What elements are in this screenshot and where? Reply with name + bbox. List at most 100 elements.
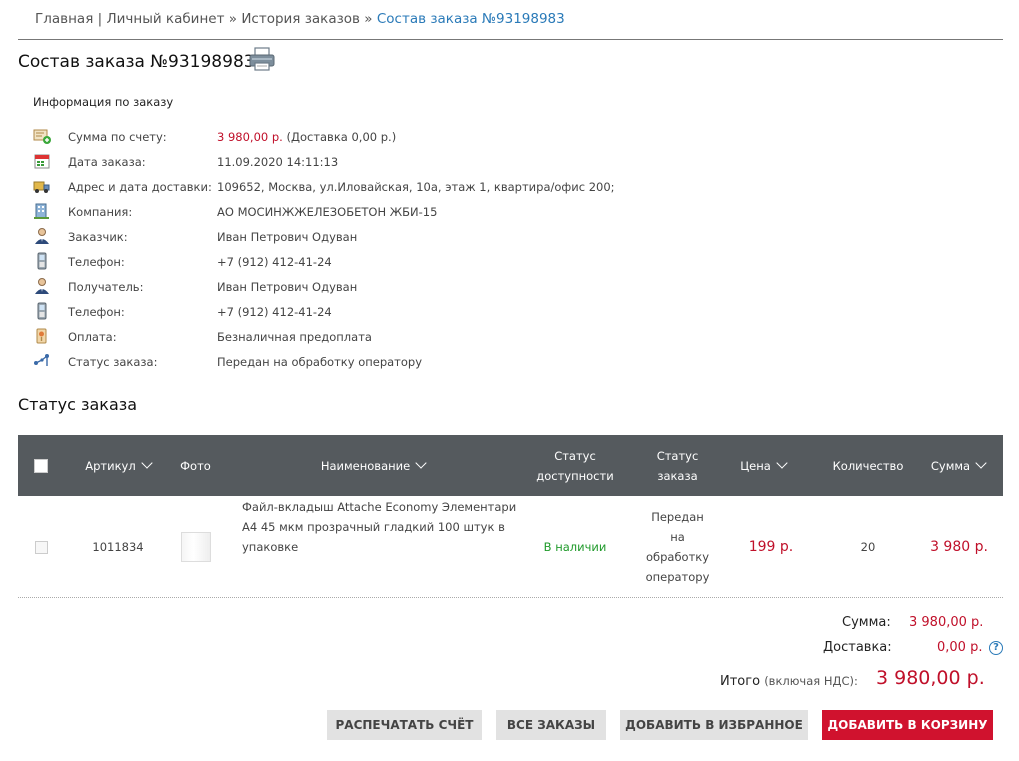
status-line: обработку <box>645 550 710 564</box>
info-value: Безналичная предоплата <box>217 330 372 344</box>
info-value: +7 (912) 412-41-24 <box>217 305 332 319</box>
delivery-label: Доставка: <box>823 640 892 655</box>
person-icon <box>33 227 51 245</box>
header-label: Фото <box>180 458 211 473</box>
table-row: 1011834 Файл-вкладыш Attache Economy Эле… <box>18 497 1003 597</box>
status-icon <box>33 352 51 370</box>
delivery-value: 0,00 р. <box>937 640 983 655</box>
header-label: Сумма <box>930 458 971 473</box>
help-icon[interactable]: ? <box>989 641 1003 655</box>
header-label: Артикул <box>85 458 136 473</box>
page-title: Состав заказа №93198983 <box>18 52 255 72</box>
phone-icon <box>33 302 51 320</box>
row-checkbox[interactable] <box>34 540 48 554</box>
add-to-cart-button[interactable]: Добавить в корзину <box>822 710 993 740</box>
info-label: Телефон: <box>68 255 125 269</box>
header-availability: Статус доступности <box>530 435 620 496</box>
section-title: Статус заказа <box>18 395 138 414</box>
select-all-checkbox[interactable] <box>34 458 48 473</box>
cell-product-name[interactable]: Файл-вкладыш Attache Economy Элементари … <box>242 497 522 597</box>
printer-icon[interactable] <box>248 46 276 72</box>
product-name-line: Файл-вкладыш Attache Economy Элементари <box>242 500 517 514</box>
info-label: Заказчик: <box>68 230 128 244</box>
cell-price: 199 р. <box>748 539 794 555</box>
header-label: доступности <box>536 468 614 483</box>
calendar-icon <box>33 152 51 170</box>
total-label-group: Итого (включая НДС): <box>720 674 858 689</box>
header-label: Наименование <box>320 458 411 473</box>
cell-quantity: 20 <box>860 540 876 554</box>
all-orders-button[interactable]: Все заказы <box>496 710 606 740</box>
header-price[interactable]: Цена <box>728 435 798 496</box>
building-icon <box>33 202 51 220</box>
total-label: Итого <box>720 674 761 689</box>
add-to-favorites-button[interactable]: Добавить в избранное <box>620 710 808 740</box>
breadcrumb-current: Состав заказа №93198983 <box>376 11 565 27</box>
product-thumbnail[interactable] <box>180 532 211 562</box>
info-value: Передан на обработку оператору <box>217 355 423 369</box>
header-label: Статус <box>656 448 699 463</box>
total-note: (включая НДС): <box>764 674 858 688</box>
person-icon <box>33 277 51 295</box>
cell-photo[interactable] <box>178 497 213 597</box>
chevron-down-icon <box>141 457 153 469</box>
info-label: Сумма по счету: <box>68 130 167 144</box>
product-name-line: А4 45 мкм прозрачный гладкий 100 штук в <box>242 520 505 534</box>
sum-label: Сумма: <box>842 615 891 630</box>
breadcrumb-cabinet[interactable]: Личный кабинет <box>106 11 224 27</box>
status-line: на <box>670 530 685 544</box>
product-name-line: упаковке <box>242 540 299 554</box>
print-invoice-button[interactable]: Распечатать счёт <box>327 710 482 740</box>
info-label: Телефон: <box>68 305 125 319</box>
cell-article: 1011834 <box>92 540 144 554</box>
truck-icon <box>33 177 51 195</box>
row-check-cell <box>30 497 52 597</box>
header-label: заказа <box>657 468 698 483</box>
select-all-cell <box>30 435 52 496</box>
chevron-down-icon <box>975 457 987 469</box>
header-article[interactable]: Артикул <box>73 435 163 496</box>
breadcrumb-home[interactable]: Главная <box>35 11 93 27</box>
cell-order-status: Передан на обработку оператору <box>640 497 715 597</box>
header-photo: Фото <box>168 435 223 496</box>
status-line: оператору <box>645 570 710 584</box>
total-value: 3 980,00 р. <box>876 667 985 689</box>
delivery-note: (Доставка 0,00 р.) <box>282 130 397 144</box>
info-label: Статус заказа: <box>68 355 158 369</box>
header-label: Количество <box>832 458 904 473</box>
invoice-icon <box>33 127 51 145</box>
info-label: Оплата: <box>68 330 117 344</box>
cell-sum: 3 980 р. <box>930 539 988 555</box>
info-label: Получатель: <box>68 280 144 294</box>
info-value: 109652, Москва, ул.Иловайская, 10а, этаж… <box>217 180 615 194</box>
header-order-status: Статус заказа <box>640 435 715 496</box>
status-line: Передан <box>651 510 704 524</box>
breadcrumb: Главная | Личный кабинет » История заказ… <box>35 11 565 27</box>
table-header: Артикул Фото Наименование Статус доступн… <box>18 435 1003 496</box>
chevron-down-icon <box>776 457 788 469</box>
sum-value: 3 980,00 р. <box>909 615 984 630</box>
info-value: 3 980,00 р. (Доставка 0,00 р.) <box>217 126 396 148</box>
breadcrumb-history[interactable]: История заказов <box>241 11 360 27</box>
divider <box>18 39 1003 40</box>
breadcrumb-separator: » <box>364 11 373 27</box>
info-value: 11.09.2020 14:11:13 <box>217 155 339 169</box>
divider <box>18 597 1003 598</box>
info-value: +7 (912) 412-41-24 <box>217 255 332 269</box>
header-label: Статус <box>554 448 596 463</box>
info-label: Дата заказа: <box>68 155 146 169</box>
breadcrumb-separator: » <box>228 11 238 27</box>
chevron-down-icon <box>415 457 427 469</box>
info-value: Иван Петрович Одуван <box>217 280 358 294</box>
info-heading: Информация по заказу <box>33 95 174 109</box>
payment-icon <box>33 327 51 345</box>
header-name[interactable]: Наименование <box>288 435 458 496</box>
info-value: АО МОСИНЖЖЕЛЕЗОБЕТОН ЖБИ-15 <box>217 205 438 219</box>
info-value: Иван Петрович Одуван <box>217 230 358 244</box>
header-label: Цена <box>740 458 771 473</box>
breadcrumb-separator: | <box>97 11 103 27</box>
header-sum[interactable]: Сумма <box>923 435 993 496</box>
header-quantity: Количество <box>823 435 913 496</box>
phone-icon <box>33 252 51 270</box>
order-sum: 3 980,00 р. <box>217 130 283 144</box>
